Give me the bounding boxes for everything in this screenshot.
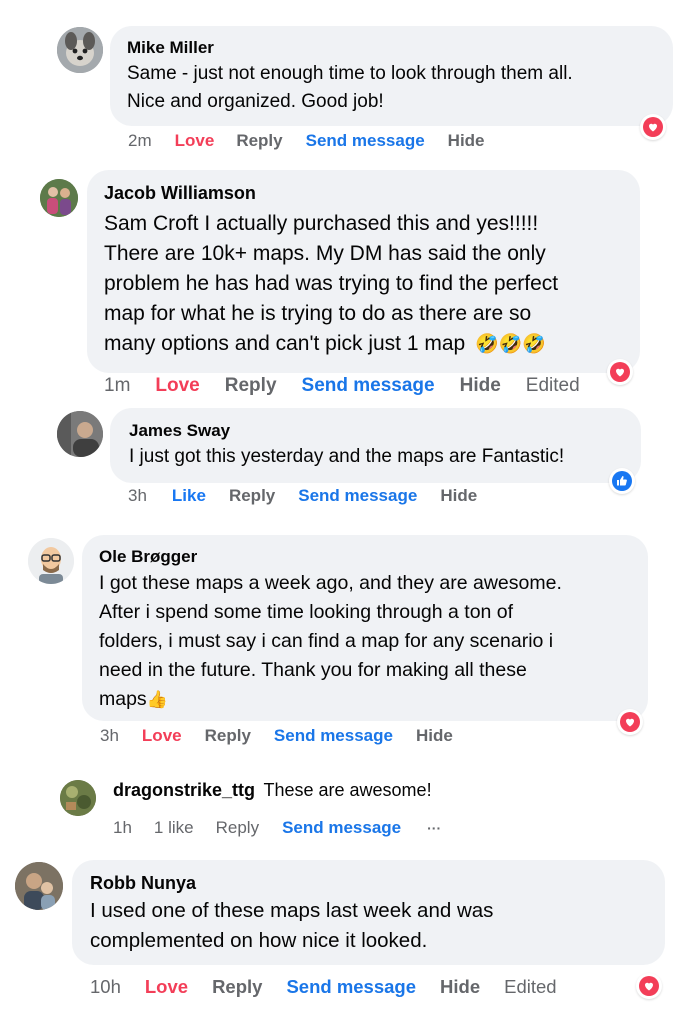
like-count[interactable]: 1 like (154, 817, 194, 839)
comment-bubble: Mike Miller Same - just not enough time … (110, 26, 673, 126)
timestamp[interactable]: 2m (128, 130, 152, 152)
comment-author[interactable]: James Sway (129, 421, 625, 441)
thumbs-up-emoji-icon: 👍 (146, 690, 168, 709)
love-button[interactable]: Love (142, 725, 182, 747)
comment-text: Same - just not enough time to look thro… (127, 63, 573, 112)
timestamp[interactable]: 1h (113, 817, 132, 839)
heart-icon (626, 718, 634, 727)
heart-icon (649, 123, 657, 132)
reply-button[interactable]: Reply (225, 374, 277, 398)
comment-bubble: James Sway I just got this yesterday and… (110, 408, 641, 483)
love-button[interactable]: Love (175, 130, 215, 152)
like-button[interactable]: Like (172, 485, 206, 507)
comment-actions: 10h Love Reply Send message Hide Edited (90, 975, 557, 999)
more-options-icon[interactable]: ··· (427, 817, 441, 839)
love-button[interactable]: Love (145, 975, 188, 999)
reply-button[interactable]: Reply (205, 725, 251, 747)
thumbs-up-icon (617, 476, 627, 486)
comment-bubble: Ole Brøgger I got these maps a week ago,… (82, 535, 648, 721)
comment-author[interactable]: Robb Nunya (90, 872, 649, 894)
send-message-button[interactable]: Send message (298, 485, 417, 507)
reply-button[interactable]: Reply (216, 817, 259, 839)
send-message-button[interactable]: Send message (286, 975, 416, 999)
map-avatar-icon (60, 780, 96, 816)
reaction-badge[interactable] (640, 114, 666, 140)
timestamp[interactable]: 3h (128, 485, 147, 507)
hide-button[interactable]: Hide (440, 975, 480, 999)
avatar[interactable] (28, 538, 74, 584)
edited-label: Edited (504, 976, 557, 997)
person-avatar-icon (15, 862, 63, 910)
comment-actions: 1m Love Reply Send message Hide Edited (104, 374, 580, 398)
send-message-button[interactable]: Send message (282, 817, 401, 839)
comment-bubble: Robb Nunya I used one of these maps last… (72, 860, 665, 965)
hide-button[interactable]: Hide (416, 725, 453, 747)
avatar[interactable] (57, 27, 103, 73)
comment-author[interactable]: Ole Brøgger (99, 547, 632, 567)
send-message-button[interactable]: Send message (302, 374, 435, 398)
reaction-badge[interactable] (636, 973, 662, 999)
timestamp[interactable]: 10h (90, 975, 121, 999)
avatar[interactable] (15, 862, 63, 910)
avatar[interactable] (40, 179, 78, 217)
edited-label: Edited (525, 375, 580, 396)
dog-avatar-icon (57, 27, 103, 73)
comment-author[interactable]: Mike Miller (127, 38, 657, 58)
reaction-badge[interactable] (607, 359, 633, 385)
comment-bubble: Jacob Williamson Sam Croft I actually pu… (87, 170, 640, 373)
comment-actions: 2m Love Reply Send message Hide (128, 130, 485, 152)
comment-author[interactable]: dragonstrike_ttg (113, 780, 255, 800)
hide-button[interactable]: Hide (440, 485, 477, 507)
laughing-emoji-icon: 🤣🤣🤣 (475, 334, 547, 355)
timestamp[interactable]: 3h (100, 725, 119, 747)
cartoon-avatar-icon (28, 538, 74, 584)
hide-button[interactable]: Hide (460, 374, 501, 398)
people-avatar-icon (40, 179, 78, 217)
comment-body: I got these maps a week ago, and they ar… (99, 569, 632, 714)
timestamp[interactable]: 1m (104, 374, 130, 398)
comment-body: Sam Croft I actually purchased this and … (104, 209, 624, 360)
comment-content: dragonstrike_ttg These are awesome! (113, 778, 432, 802)
reaction-badge[interactable] (617, 709, 643, 735)
reply-button[interactable]: Reply (229, 485, 275, 507)
comment-text: These are awesome! (263, 780, 432, 800)
send-message-button[interactable]: Send message (306, 130, 425, 152)
love-button[interactable]: Love (155, 374, 199, 398)
heart-icon (616, 368, 624, 377)
hide-button[interactable]: Hide (448, 130, 485, 152)
person-avatar-icon (57, 411, 103, 457)
comment-text: I got these maps a week ago, and they ar… (99, 572, 562, 710)
comment-actions: 1h 1 like Reply Send message ··· (113, 817, 441, 839)
avatar[interactable] (57, 411, 103, 457)
reply-button[interactable]: Reply (236, 130, 282, 152)
comment-text: I used one of these maps last week and w… (90, 899, 494, 952)
comment-text: I just got this yesterday and the maps a… (129, 446, 565, 467)
reaction-badge[interactable] (609, 468, 635, 494)
comment-actions: 3h Like Reply Send message Hide (128, 485, 477, 507)
reply-button[interactable]: Reply (212, 975, 262, 999)
avatar[interactable] (60, 780, 96, 816)
send-message-button[interactable]: Send message (274, 725, 393, 747)
comment-actions: 3h Love Reply Send message Hide (100, 725, 453, 747)
heart-icon (645, 982, 653, 991)
comment-author[interactable]: Jacob Williamson (104, 182, 624, 204)
